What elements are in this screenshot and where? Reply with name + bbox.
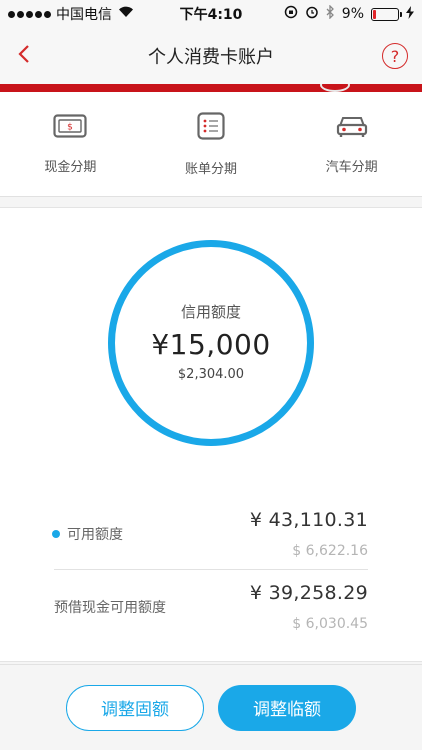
- feature-label: 现金分期: [44, 159, 97, 175]
- available-limit-cny: ¥ 43,110.31: [249, 509, 368, 531]
- available-limit-label: 可用额度: [67, 527, 123, 543]
- promo-banner-strip[interactable]: [0, 84, 422, 92]
- chevron-left-icon: [18, 44, 30, 68]
- cash-advance-limit-cny: ¥ 39,258.29: [249, 582, 368, 604]
- feature-car-installment[interactable]: 汽车分期: [281, 92, 422, 196]
- credit-summary-panel: 信用额度 ¥15,000 $2,304.00 可用额度 ¥ 43,110.31 …: [0, 207, 422, 662]
- credit-limit-label: 信用额度: [180, 302, 241, 321]
- help-icon: ?: [390, 46, 400, 66]
- navigation-bar: 个人消费卡账户 ?: [0, 28, 422, 84]
- divider: [54, 569, 368, 570]
- bluetooth-icon: [326, 4, 335, 23]
- charging-bolt-icon: [406, 5, 414, 23]
- orientation-lock-icon: [284, 5, 298, 23]
- svg-text:$: $: [67, 122, 73, 132]
- cash-advance-limit-usd: $ 6,030.45: [292, 616, 368, 632]
- page-title: 个人消费卡账户: [148, 47, 274, 68]
- bill-list-icon: [197, 111, 225, 144]
- credit-limit-amount: ¥15,000: [151, 327, 271, 361]
- signal-dots-icon: [8, 10, 51, 18]
- cash-advance-limit-row: 预借现金可用额度 ¥ 39,258.29 $ 6,030.45: [0, 571, 422, 643]
- status-time: 下午4:10: [179, 7, 243, 23]
- credit-limit-usd: $2,304.00: [177, 366, 245, 382]
- car-icon: [336, 114, 368, 142]
- action-bar: 调整固额 调整临额: [0, 664, 422, 750]
- feature-label: 汽车分期: [325, 159, 378, 175]
- wifi-icon: [118, 6, 134, 22]
- alarm-icon: [305, 5, 319, 23]
- credit-limit-ring: 信用额度 ¥15,000 $2,304.00: [108, 240, 314, 446]
- battery-percent: 9%: [341, 6, 364, 22]
- available-dot-icon: [52, 530, 60, 538]
- carrier-name: 中国电信: [56, 7, 112, 23]
- cash-card-icon: $: [53, 113, 87, 142]
- feature-shortcuts: $ 现金分期 账单分期 汽车分期: [0, 92, 422, 197]
- back-button[interactable]: [18, 34, 62, 78]
- available-limit-usd: $ 6,622.16: [292, 543, 368, 559]
- help-button[interactable]: ?: [382, 43, 408, 69]
- available-limit-row: 可用额度 ¥ 43,110.31 $ 6,622.16: [0, 498, 422, 570]
- status-bar: 中国电信 下午4:10 9%: [0, 0, 422, 28]
- adjust-fixed-limit-button[interactable]: 调整固额: [66, 684, 204, 731]
- feature-cash-installment[interactable]: $ 现金分期: [0, 92, 141, 196]
- battery-icon: [371, 7, 402, 21]
- feature-label: 账单分期: [185, 161, 238, 177]
- feature-bill-installment[interactable]: 账单分期: [141, 92, 282, 196]
- cash-advance-limit-label: 预借现金可用额度: [54, 600, 166, 616]
- adjust-temp-limit-button[interactable]: 调整临额: [218, 684, 356, 731]
